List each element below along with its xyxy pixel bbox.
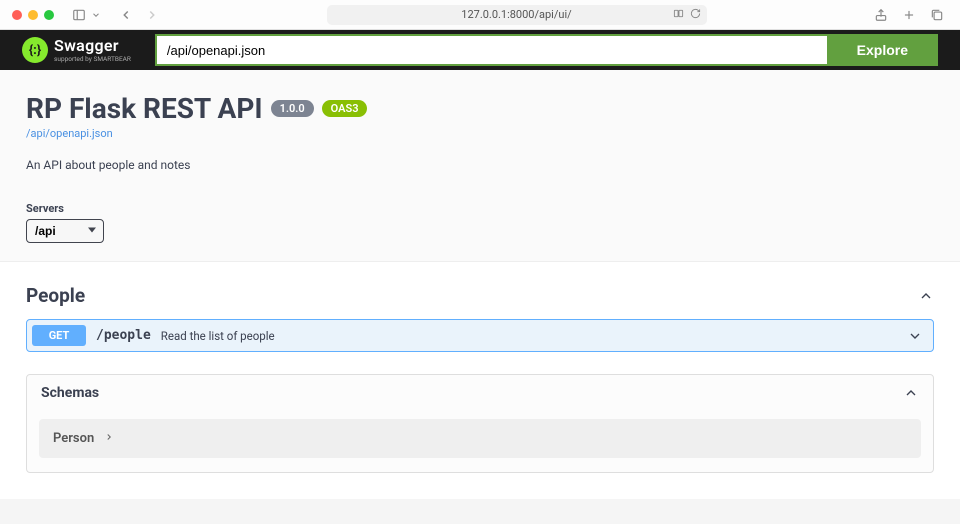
sidebar-icon	[68, 5, 90, 25]
server-select[interactable]: /api	[26, 219, 104, 243]
chevron-down-icon	[907, 328, 923, 344]
op-summary: Read the list of people	[161, 329, 275, 343]
brand-sub: supported by SMARTBEAR	[54, 56, 131, 63]
tabs-icon[interactable]	[926, 5, 948, 25]
api-title: RP Flask REST API	[26, 92, 263, 125]
window-controls	[12, 10, 54, 20]
chevron-up-icon	[903, 385, 919, 401]
oas-badge: OAS3	[322, 100, 368, 117]
schemas-title: Schemas	[41, 385, 99, 401]
opblock-get-people: GET /people Read the list of people	[26, 319, 934, 352]
server-select-wrap: /api	[26, 215, 104, 243]
window-minimize-button[interactable]	[28, 10, 38, 20]
spec-link[interactable]: /api/openapi.json	[26, 127, 934, 140]
tag-section-people: People GET /people Read the list of peop…	[26, 280, 934, 352]
chevron-up-icon	[918, 288, 934, 304]
address-bar[interactable]: 127.0.0.1:8000/api/ui/	[327, 5, 707, 25]
address-text: 127.0.0.1:8000/api/ui/	[461, 8, 571, 21]
op-path: /people	[96, 328, 151, 343]
method-badge: GET	[32, 325, 86, 346]
address-bar-icons	[673, 8, 701, 22]
address-bar-wrap: 127.0.0.1:8000/api/ui/	[171, 5, 862, 25]
share-icon[interactable]	[870, 5, 892, 25]
model-person[interactable]: Person	[39, 419, 921, 458]
brand-name: Swagger	[54, 38, 131, 54]
chrome-right	[870, 5, 948, 25]
info-section: RP Flask REST API 1.0.0 OAS3 /api/openap…	[0, 70, 960, 190]
nav-back-button[interactable]	[115, 5, 137, 25]
nav-arrows	[115, 5, 163, 25]
chevron-right-icon	[104, 431, 114, 446]
model-name: Person	[53, 431, 94, 446]
chevron-down-icon	[91, 5, 101, 25]
servers-section: Servers /api	[0, 190, 960, 262]
browser-chrome: 127.0.0.1:8000/api/ui/	[0, 0, 960, 30]
opblock-summary[interactable]: GET /people Read the list of people	[27, 320, 933, 351]
reload-icon[interactable]	[690, 8, 701, 22]
main-content: People GET /people Read the list of peop…	[0, 262, 960, 499]
explore-button[interactable]: Explore	[827, 34, 938, 66]
tag-name: People	[26, 284, 85, 307]
schemas-section: Schemas Person	[26, 374, 934, 473]
sidebar-toggle[interactable]	[68, 5, 101, 25]
nav-forward-button[interactable]	[141, 5, 163, 25]
window-maximize-button[interactable]	[44, 10, 54, 20]
api-title-row: RP Flask REST API 1.0.0 OAS3	[26, 92, 934, 125]
spec-url-input[interactable]	[155, 34, 827, 66]
window-close-button[interactable]	[12, 10, 22, 20]
api-description: An API about people and notes	[26, 158, 934, 172]
spec-url-form: Explore	[155, 34, 938, 66]
swagger-topbar: {:} Swagger supported by SMARTBEAR Explo…	[0, 30, 960, 70]
version-badge: 1.0.0	[271, 100, 314, 117]
reader-icon[interactable]	[673, 8, 684, 22]
swagger-logo-icon: {:}	[22, 37, 48, 63]
schemas-header[interactable]: Schemas	[27, 375, 933, 411]
swagger-logo-text: Swagger supported by SMARTBEAR	[54, 38, 131, 63]
tag-header[interactable]: People	[26, 280, 934, 311]
servers-label: Servers	[26, 202, 934, 215]
swagger-logo[interactable]: {:} Swagger supported by SMARTBEAR	[22, 37, 131, 63]
new-tab-icon[interactable]	[898, 5, 920, 25]
